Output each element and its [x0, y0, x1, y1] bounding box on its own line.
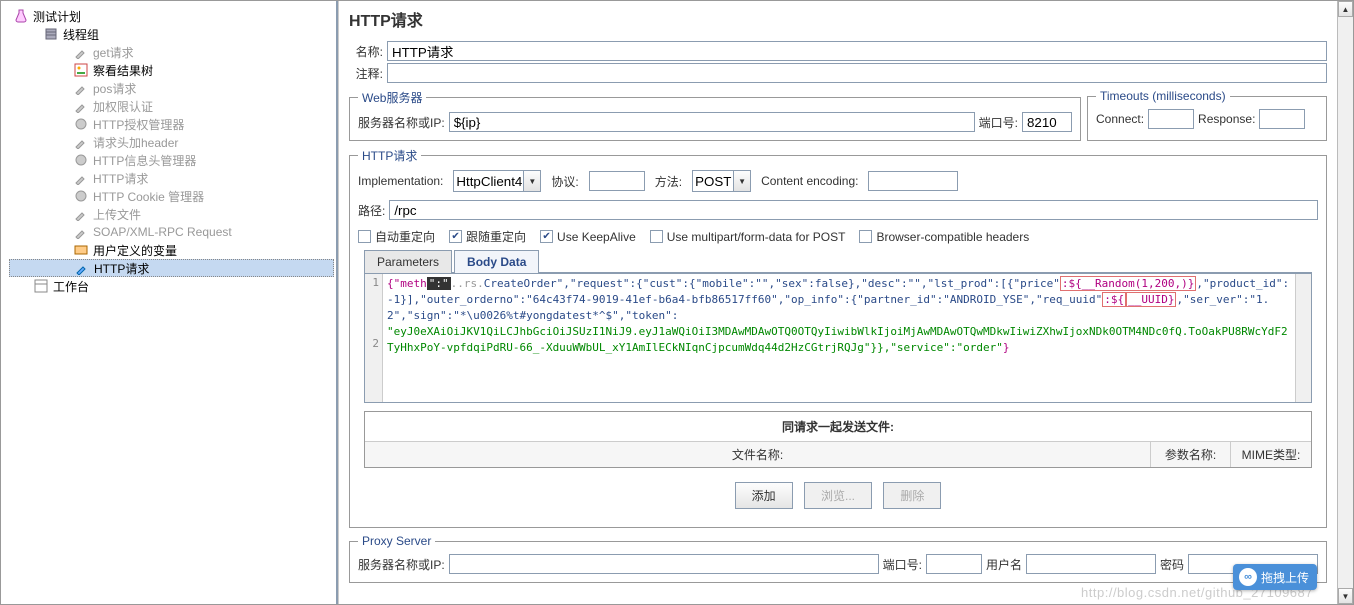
comment-label: 注释:	[349, 65, 383, 82]
path-label: 路径:	[358, 202, 385, 219]
gear-icon	[73, 152, 89, 168]
path-input[interactable]	[389, 200, 1318, 220]
spool-icon	[43, 26, 59, 42]
tree-label: 线程组	[63, 26, 99, 43]
tree-threadgroup[interactable]: 线程组	[9, 25, 334, 43]
connect-label: Connect:	[1096, 112, 1144, 126]
host-label: 服务器名称或IP:	[358, 114, 445, 131]
port-input[interactable]	[1022, 112, 1072, 132]
upload-float-button[interactable]: ∞ 拖拽上传	[1233, 564, 1317, 590]
vars-icon	[73, 242, 89, 258]
tree-item[interactable]: pos请求	[9, 79, 334, 97]
impl-label: Implementation:	[358, 174, 443, 188]
proxy-legend: Proxy Server	[358, 534, 435, 548]
line-gutter: 12	[365, 274, 383, 402]
proxy-pass-label: 密码	[1160, 556, 1184, 573]
method-label: 方法:	[655, 173, 682, 190]
host-input[interactable]	[449, 112, 975, 132]
chk-multipart[interactable]: Use multipart/form-data for POST	[650, 230, 846, 244]
hl-random: :${__Random(1,200,)}	[1060, 276, 1196, 291]
pipette-icon	[73, 80, 89, 96]
pipette-icon	[73, 134, 89, 150]
chk-keepalive[interactable]: ✔Use KeepAlive	[540, 230, 636, 244]
chk-autoredirect[interactable]: 自动重定向	[358, 228, 435, 245]
timeouts-legend: Timeouts (milliseconds)	[1096, 89, 1230, 103]
pipette-icon	[73, 224, 89, 240]
tree-item-selected[interactable]: HTTP请求	[9, 259, 334, 277]
body-data-editor[interactable]: 12 {"meth":"..rs.CreateOrder","request":…	[364, 273, 1312, 403]
proxy-port-label: 端口号:	[883, 556, 922, 573]
proxy-host-label: 服务器名称或IP:	[358, 556, 445, 573]
proxy-host-input[interactable]	[449, 554, 879, 574]
hl-uuid-a: :${	[1102, 292, 1126, 307]
files-col-param: 参数名称:	[1151, 442, 1231, 467]
workbench-icon	[33, 278, 49, 294]
results-icon	[73, 62, 89, 78]
tree-item[interactable]: 用户定义的变量	[9, 241, 334, 259]
sel-text: ":"	[427, 277, 451, 290]
pipette-icon	[73, 170, 89, 186]
pipette-icon	[73, 98, 89, 114]
webserver-legend: Web服务器	[358, 89, 426, 106]
proxy-port-input[interactable]	[926, 554, 982, 574]
flask-icon	[13, 8, 29, 24]
hl-uuid-b: __UUID}	[1126, 292, 1176, 307]
main-panel: HTTP请求 名称: 注释: Web服务器 服务器名称或IP: 端口号:	[338, 1, 1337, 604]
cloud-icon: ∞	[1239, 568, 1257, 586]
name-label: 名称:	[349, 43, 383, 60]
send-files-box: 同请求一起发送文件: 文件名称: 参数名称: MIME类型:	[364, 411, 1312, 468]
chevron-down-icon[interactable]: ▼	[733, 170, 751, 192]
tree-item[interactable]: SOAP/XML-RPC Request	[9, 223, 334, 241]
tree-item[interactable]: HTTP授权管理器	[9, 115, 334, 133]
pipette-icon	[74, 260, 90, 276]
scroll-down-icon[interactable]: ▼	[1338, 588, 1353, 604]
tree-item[interactable]: 请求头加header	[9, 133, 334, 151]
proto-label: 协议:	[551, 173, 578, 190]
files-col-name: 文件名称:	[365, 442, 1151, 467]
delete-button[interactable]: 删除	[883, 482, 941, 509]
port-label: 端口号:	[979, 114, 1018, 131]
tree-label: 测试计划	[33, 8, 81, 25]
tree-item[interactable]: HTTP信息头管理器	[9, 151, 334, 169]
add-button[interactable]: 添加	[735, 482, 793, 509]
tab-bodydata[interactable]: Body Data	[454, 250, 539, 273]
name-input[interactable]	[387, 41, 1327, 61]
response-input[interactable]	[1259, 109, 1305, 129]
body-scrollbar[interactable]	[1295, 274, 1311, 402]
connect-input[interactable]	[1148, 109, 1194, 129]
enc-input[interactable]	[868, 171, 958, 191]
pipette-icon	[73, 44, 89, 60]
httpreq-legend: HTTP请求	[358, 147, 421, 164]
body-text[interactable]: {"meth":"..rs.CreateOrder","request":{"c…	[383, 274, 1295, 402]
tree-item[interactable]: HTTP Cookie 管理器	[9, 187, 334, 205]
tree-workbench[interactable]: 工作台	[9, 277, 334, 295]
enc-label: Content encoding:	[761, 174, 858, 188]
app-root: 测试计划 线程组 get请求 察看结果树 pos请求 加权限认证 HTTP授权管…	[0, 0, 1354, 605]
tree-item[interactable]: 察看结果树	[9, 61, 334, 79]
test-plan-tree: 测试计划 线程组 get请求 察看结果树 pos请求 加权限认证 HTTP授权管…	[1, 1, 338, 604]
tree-item[interactable]: get请求	[9, 43, 334, 61]
response-label: Response:	[1198, 112, 1255, 126]
comment-input[interactable]	[387, 63, 1327, 83]
pipette-icon	[73, 206, 89, 222]
gear-icon	[73, 116, 89, 132]
files-title: 同请求一起发送文件:	[365, 412, 1311, 442]
gear-icon	[73, 188, 89, 204]
proto-input[interactable]	[589, 171, 645, 191]
tab-parameters[interactable]: Parameters	[364, 250, 452, 273]
proxy-user-input[interactable]	[1026, 554, 1156, 574]
browse-button[interactable]: 浏览...	[804, 482, 872, 509]
tree-item[interactable]: 上传文件	[9, 205, 334, 223]
files-col-mime: MIME类型:	[1231, 442, 1311, 467]
chk-browser[interactable]: Browser-compatible headers	[859, 230, 1029, 244]
tree-root[interactable]: 测试计划	[9, 7, 334, 25]
chevron-down-icon[interactable]: ▼	[523, 170, 541, 192]
proxy-user-label: 用户名	[986, 556, 1022, 573]
scroll-up-icon[interactable]: ▲	[1338, 1, 1353, 17]
chk-followredirect[interactable]: ✔跟随重定向	[449, 228, 526, 245]
tree-item[interactable]: HTTP请求	[9, 169, 334, 187]
tree-item[interactable]: 加权限认证	[9, 97, 334, 115]
main-scrollbar[interactable]: ▲ ▼	[1337, 1, 1353, 604]
panel-title: HTTP请求	[343, 3, 1333, 39]
